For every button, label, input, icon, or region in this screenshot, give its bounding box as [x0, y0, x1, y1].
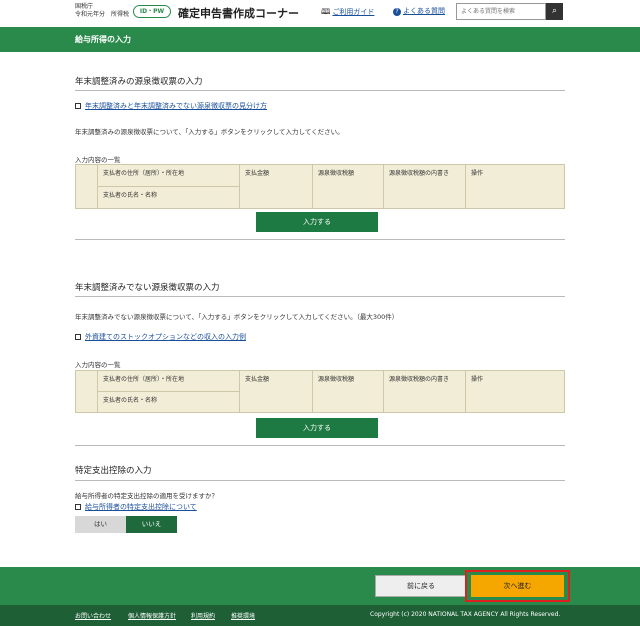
no-option-selected[interactable]: いいえ: [126, 516, 177, 533]
agency-name: 国税庁: [75, 3, 94, 10]
deduction-question: 給与所得者の特定支出控除の適用を受けますか？: [75, 492, 218, 500]
col-payer-name: 支払者の氏名・名称: [97, 391, 240, 413]
divider: [75, 239, 565, 240]
list-label: 入力内容の一覧: [75, 361, 121, 369]
yes-no-toggle: はい いいえ: [75, 516, 177, 533]
stock-option-example-link[interactable]: 外資建てのストックオプションなどの収入の入力例: [75, 332, 246, 342]
next-button[interactable]: 次へ進む: [471, 575, 564, 597]
contact-link[interactable]: お問い合わせ: [75, 611, 111, 620]
document-icon: [75, 334, 81, 340]
faq-link[interactable]: ? よくある質問: [393, 6, 445, 16]
section-heading-non-adjusted: 年末調整済みでない源泉徴収票の入力: [75, 283, 220, 293]
col-operation: 操作: [465, 370, 565, 413]
input-list-table: 支払者の住所（居所）・所在地 支払金額 源泉徴収税額 源泉徴収税額の内書き 操作…: [75, 164, 565, 209]
id-pw-badge: ID・PW: [133, 5, 171, 18]
terms-of-use-link[interactable]: 利用規約: [191, 611, 215, 620]
page-title: 給与所得の入力: [0, 27, 640, 52]
section-description: 年末調整済みでない源泉徴収票について、「入力する」ボタンをクリックして入力してく…: [75, 313, 399, 321]
yes-option[interactable]: はい: [75, 516, 126, 533]
divider: [75, 445, 565, 446]
distinguish-guide-link[interactable]: 年末調整済みと年末調整済みでない源泉徴収票の見分け方: [75, 101, 267, 111]
section-heading-specific-deduction: 特定支出控除の入力: [75, 466, 152, 476]
search-button[interactable]: ⌕: [546, 3, 563, 20]
col-payer-name: 支払者の氏名・名称: [97, 186, 240, 209]
back-button[interactable]: 前に戻る: [375, 575, 467, 597]
col-payment-amount: 支払金額: [239, 164, 313, 209]
site-title: 確定申告書作成コーナー: [178, 7, 299, 20]
distinguish-guide-link-label: 年末調整済みと年末調整済みでない源泉徴収票の見分け方: [85, 102, 267, 110]
input-button-adjusted[interactable]: 入力する: [256, 212, 378, 232]
specific-deduction-info-link[interactable]: 給与所得者の特定支出控除について: [75, 502, 197, 512]
table-cell: [75, 164, 98, 209]
tax-year-label: 令和元年分 所得税: [75, 11, 130, 18]
question-icon: ?: [393, 8, 401, 16]
book-icon: 🕮: [321, 7, 331, 16]
guide-link-label: ご利用ガイド: [332, 8, 375, 16]
col-withholding-breakdown: 源泉徴収税額の内書き: [383, 370, 466, 413]
table-cell: [75, 370, 98, 413]
copyright: Copyright (c) 2020 NATIONAL TAX AGENCY A…: [370, 611, 561, 618]
stock-option-example-link-label: 外資建てのストックオプションなどの収入の入力例: [85, 333, 246, 341]
input-list-table: 支払者の住所（居所）・所在地 支払金額 源泉徴収税額 源泉徴収税額の内書き 操作…: [75, 370, 565, 413]
divider: [75, 90, 565, 91]
document-icon: [75, 103, 81, 109]
divider: [75, 480, 565, 481]
agency-logo[interactable]: 国税庁 令和元年分 所得税: [75, 3, 129, 19]
col-payer-address: 支払者の住所（居所）・所在地: [97, 164, 240, 187]
divider: [75, 296, 565, 297]
col-withholding-breakdown: 源泉徴収税額の内書き: [383, 164, 466, 209]
document-icon: [75, 504, 81, 510]
guide-link[interactable]: 🕮 ご利用ガイド: [321, 6, 374, 20]
col-payment-amount: 支払金額: [239, 370, 313, 413]
col-withholding-tax: 源泉徴収税額: [312, 164, 384, 209]
col-withholding-tax: 源泉徴収税額: [312, 370, 384, 413]
col-operation: 操作: [465, 164, 565, 209]
specific-deduction-info-link-label: 給与所得者の特定支出控除について: [85, 503, 197, 511]
recommended-env-link[interactable]: 推奨環境: [231, 611, 255, 620]
list-label: 入力内容の一覧: [75, 156, 121, 164]
section-heading-adjusted: 年末調整済みの源泉徴収票の入力: [75, 77, 203, 87]
privacy-policy-link[interactable]: 個人情報保護方針: [128, 611, 176, 620]
search-icon: ⌕: [551, 6, 558, 16]
section-description: 年末調整済みの源泉徴収票について、「入力する」ボタンをクリックして入力してくださ…: [75, 128, 344, 136]
site-header: 国税庁 令和元年分 所得税 ID・PW 確定申告書作成コーナー 🕮 ご利用ガイド …: [0, 0, 640, 27]
col-payer-address: 支払者の住所（居所）・所在地: [97, 370, 240, 392]
faq-link-label: よくある質問: [403, 7, 445, 15]
input-button-non-adjusted[interactable]: 入力する: [256, 418, 378, 438]
faq-search-input[interactable]: [456, 3, 546, 20]
